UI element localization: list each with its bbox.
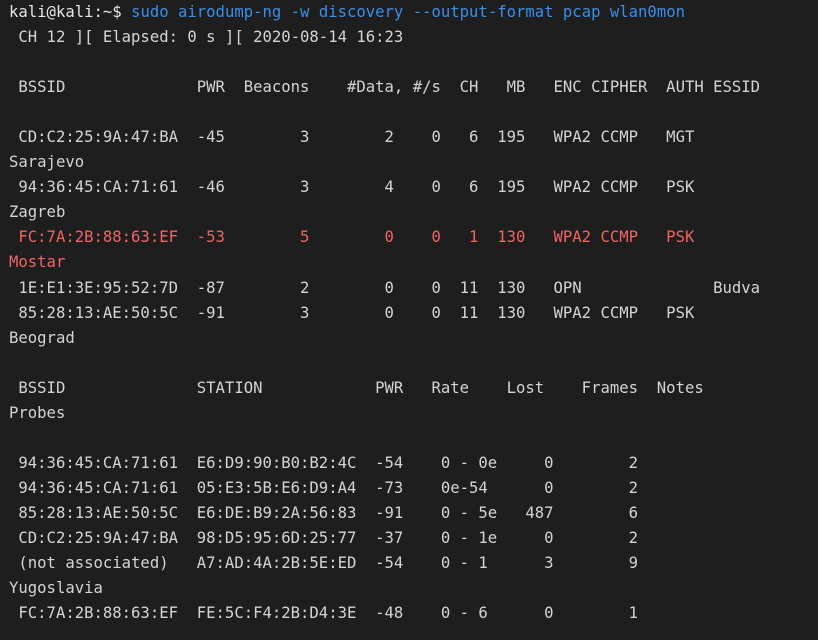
station-row: 85:28:13:AE:50:5C E6:DE:B9:2A:56:83 -91 … — [9, 504, 639, 522]
station-row: CD:C2:25:9A:47:BA 98:D5:95:6D:25:77 -37 … — [9, 529, 639, 547]
ap-row-essid: Zagreb — [9, 203, 66, 221]
shell-prompt: kali@kali:~$ — [9, 3, 122, 21]
ap-row: 94:36:45:CA:71:61 -46 3 4 0 6 195 WPA2 C… — [9, 178, 695, 196]
ap-row-highlighted: FC:7A:2B:88:63:EF -53 5 0 0 1 130 WPA2 C… — [9, 228, 695, 246]
station-row-probe: Yugoslavia — [9, 579, 103, 597]
status-line: CH 12 ][ Elapsed: 0 s ][ 2020-08-14 16:2… — [9, 28, 404, 46]
command-line: kali@kali:~$ sudo airodump-ng -w discove… — [9, 0, 685, 25]
station-row: 94:36:45:CA:71:61 05:E3:5B:E6:D9:A4 -73 … — [9, 479, 639, 497]
ap-row-essid: Beograd — [9, 329, 75, 347]
ap-row-essid-highlighted: Mostar — [9, 253, 66, 271]
ap-row: 1E:E1:3E:95:52:7D -87 2 0 0 11 130 OPN B… — [9, 279, 761, 297]
ap-row: 85:28:13:AE:50:5C -91 3 0 0 11 130 WPA2 … — [9, 304, 695, 322]
ap-table-header: BSSID PWR Beacons #Data, #/s CH MB ENC C… — [9, 78, 761, 96]
ap-row-essid: Sarajevo — [9, 153, 85, 171]
command-text: sudo airodump-ng -w discovery --output-f… — [131, 3, 685, 21]
station-table-header: BSSID STATION PWR Rate Lost Frames Notes — [9, 379, 704, 397]
station-row: (not associated) A7:AD:4A:2B:5E:ED -54 0… — [9, 554, 639, 572]
terminal-window[interactable]: kali@kali:~$ sudo airodump-ng -w discove… — [0, 0, 818, 640]
station-row: 94:36:45:CA:71:61 E6:D9:90:B0:B2:4C -54 … — [9, 454, 639, 472]
ap-row: CD:C2:25:9A:47:BA -45 3 2 0 6 195 WPA2 C… — [9, 128, 695, 146]
station-row: FC:7A:2B:88:63:EF FE:5C:F4:2B:D4:3E -48 … — [9, 604, 639, 622]
station-table-header-wrap: Probes — [9, 404, 66, 422]
